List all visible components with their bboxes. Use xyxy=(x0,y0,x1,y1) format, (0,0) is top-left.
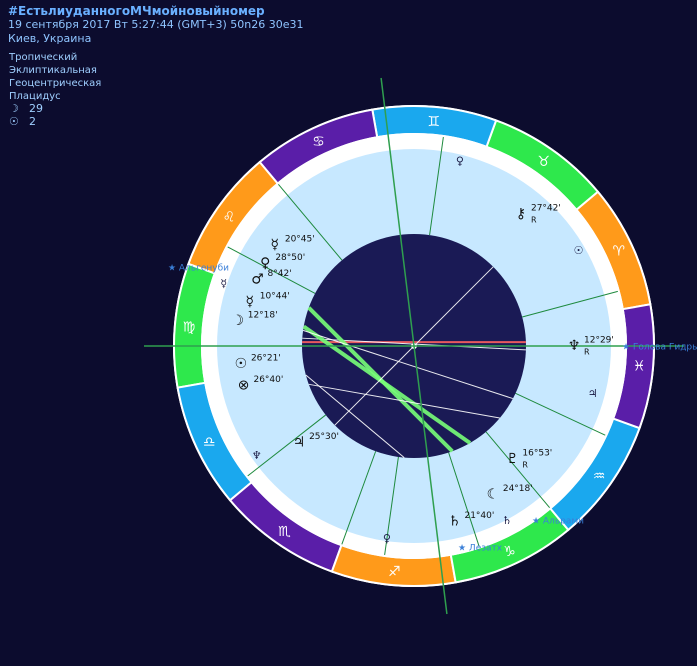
mars-degree: 8°42' xyxy=(268,269,292,279)
neptune-retrograde: R xyxy=(584,348,590,357)
aries-sign-icon: ♈ xyxy=(613,243,626,259)
chiron-degree: 27°42' xyxy=(531,203,561,213)
venus-degree: 28°50' xyxy=(275,253,305,263)
fortune-degree: 26°40' xyxy=(253,375,283,385)
chiron-icon: ⚷ xyxy=(516,206,526,222)
fixed-star-label: ★ Лезатх xyxy=(458,544,503,554)
saturn-degree: 21°40' xyxy=(464,511,494,521)
mercury-degree: 20°45' xyxy=(285,234,315,244)
neptune-icon: ♆ xyxy=(568,338,581,354)
pluto-icon: ♇ xyxy=(506,451,519,467)
virgo-sign-icon: ♍ xyxy=(183,319,196,335)
jupiter-icon: ♃ xyxy=(293,434,306,450)
neptune-house-icon: ♆ xyxy=(252,449,262,462)
aquarius-sign-icon: ♒ xyxy=(593,469,606,485)
fixed-star-label: ★ Альрами xyxy=(532,517,584,527)
jupiter-house-icon: ♃ xyxy=(588,387,598,400)
leo-sign-icon: ♌ xyxy=(223,209,236,225)
saturn-icon: ♄ xyxy=(448,513,461,529)
venus-house-icon: ♀ xyxy=(456,155,464,168)
neptune-degree: 12°29' xyxy=(584,336,614,346)
jupiter-degree: 25°30' xyxy=(309,432,339,442)
mars-icon: ♂ xyxy=(251,272,264,288)
mercury-2-icon: ☿ xyxy=(245,294,254,310)
fortune-icon: ⊗ xyxy=(238,377,250,393)
saturn-house-icon: ♄ xyxy=(502,514,512,527)
mercury-house-icon: ☿ xyxy=(220,277,227,290)
pisces-sign-icon: ♓ xyxy=(633,359,646,375)
gemini-sign-icon: ♊ xyxy=(427,114,440,130)
cancer-sign-icon: ♋ xyxy=(312,134,325,150)
libra-sign-icon: ♎ xyxy=(203,435,216,451)
natal-chart-wheel: ♈ ♉ ♊ ♋ ♌ ♍ ♎ ♏ ♐ ♑ ♒ ♓ ☿ 20°45' ♀ 28°50' ♂ 8°42' ☿ 10°44'… xyxy=(144,77,697,615)
sun-house-icon: ☉ xyxy=(574,244,584,257)
pluto-retrograde: R xyxy=(522,461,528,470)
mercury-2-degree: 10°44' xyxy=(260,292,290,302)
moon-degree: 12°18' xyxy=(248,311,278,321)
moon-icon: ☽ xyxy=(231,313,244,329)
lilith-icon: ☾ xyxy=(487,486,500,502)
fixed-star-label: ★ Альгенуби xyxy=(168,264,229,274)
scorpio-sign-icon: ♏ xyxy=(278,524,291,540)
capricorn-sign-icon: ♑ xyxy=(503,544,516,560)
pluto-degree: 16°53' xyxy=(522,449,552,459)
venus-house-2-icon: ♀ xyxy=(383,532,391,545)
taurus-sign-icon: ♉ xyxy=(537,154,550,170)
sun-icon: ☉ xyxy=(235,356,248,372)
lilith-degree: 24°18' xyxy=(503,484,533,494)
sun-degree: 26°21' xyxy=(251,354,281,364)
chiron-retrograde: R xyxy=(531,215,537,224)
mercury-icon: ☿ xyxy=(271,237,280,253)
fixed-star-label: ★ Голова Гидры xyxy=(622,343,697,353)
sagittarius-sign-icon: ♐ xyxy=(388,564,401,580)
